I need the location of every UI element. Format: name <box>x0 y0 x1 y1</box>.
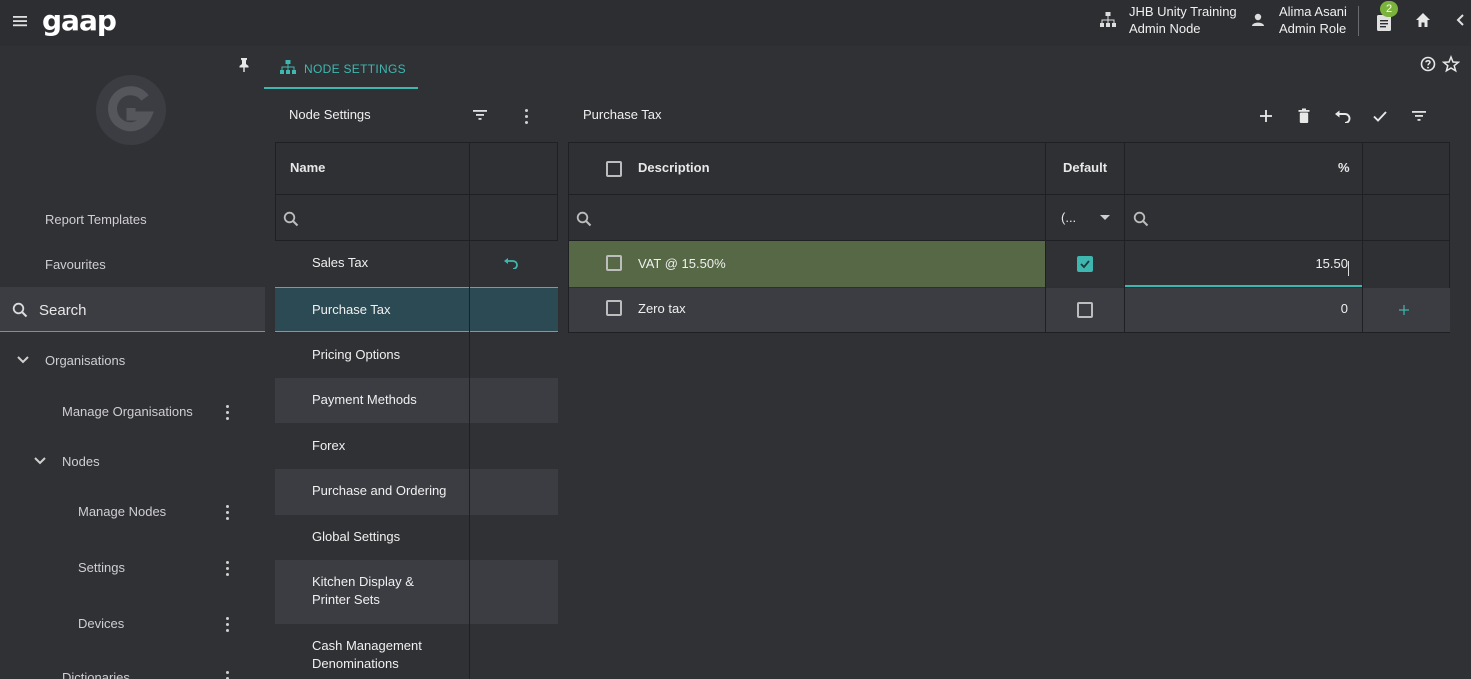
list-item-label: Payment Methods <box>312 392 417 407</box>
top-bar: gaap JHB Unity Training Admin Node Alima… <box>0 0 1471 46</box>
sidebar-item-dictionaries[interactable]: Dictionaries <box>62 670 130 679</box>
current-user[interactable]: Alima Asani Admin Role <box>1279 3 1347 37</box>
more-options-icon[interactable] <box>226 505 230 521</box>
filter-icon[interactable] <box>472 108 488 122</box>
sidebar-item-favourites[interactable]: Favourites <box>45 257 106 272</box>
select-all-checkbox[interactable] <box>606 161 622 177</box>
help-icon[interactable] <box>1420 56 1436 72</box>
list-item-label: Pricing Options <box>312 347 401 362</box>
list-item-label-line2: Printer Sets <box>312 592 380 607</box>
sidebar <box>0 46 265 679</box>
sidebar-item-report-templates[interactable]: Report Templates <box>45 212 147 227</box>
list-item-selected[interactable]: Purchase Tax <box>275 287 558 332</box>
more-options-icon[interactable] <box>226 405 230 421</box>
column-header-name[interactable]: Name <box>290 160 325 175</box>
search-icon <box>12 302 28 318</box>
chevron-down-icon[interactable] <box>33 456 47 466</box>
search-icon <box>283 211 299 227</box>
search-icon <box>1133 211 1149 227</box>
menu-icon[interactable] <box>12 12 30 30</box>
text-cursor <box>1348 261 1353 276</box>
default-checkbox-checked[interactable] <box>1077 256 1093 272</box>
more-options-icon[interactable] <box>226 617 230 633</box>
filter-icon[interactable] <box>1411 109 1427 123</box>
save-check-icon[interactable] <box>1372 109 1388 123</box>
list-item[interactable]: Sales Tax <box>275 241 558 287</box>
user-icon <box>1250 11 1266 29</box>
description-filter-input[interactable] <box>598 196 1038 238</box>
undo-icon[interactable] <box>1334 109 1351 123</box>
home-icon[interactable] <box>1414 11 1432 29</box>
column-header-percent[interactable]: % <box>1338 160 1350 175</box>
default-filter-select[interactable]: (... <box>1061 210 1076 225</box>
tab-label: NODE SETTINGS <box>304 62 406 76</box>
search-icon <box>576 211 592 227</box>
list-item-label: Cash Management <box>312 638 422 653</box>
tax-description[interactable]: Zero tax <box>638 301 686 316</box>
user-name: Alima Asani <box>1279 4 1347 19</box>
list-item[interactable]: Purchase and Ordering <box>275 469 558 515</box>
star-icon[interactable] <box>1442 55 1460 73</box>
list-item-label-line2: Denominations <box>312 656 399 671</box>
column-header-default[interactable]: Default <box>1063 160 1107 175</box>
tax-percent[interactable]: 0 <box>1290 301 1348 316</box>
list-item-label: Sales Tax <box>312 255 369 270</box>
tax-description[interactable]: VAT @ 15.50% <box>638 256 726 271</box>
sidebar-item-manage-nodes[interactable]: Manage Nodes <box>78 504 166 519</box>
notification-badge: 2 <box>1380 1 1398 17</box>
left-panel-title: Node Settings <box>289 107 371 122</box>
tax-percent-input[interactable]: 15.50 <box>1290 256 1348 271</box>
percent-filter-input[interactable] <box>1155 196 1355 238</box>
node-tree-icon <box>1099 11 1117 29</box>
list-item-label: Kitchen Display & <box>312 574 414 589</box>
more-options-icon[interactable] <box>226 561 230 577</box>
user-role: Admin Role <box>1279 21 1347 36</box>
sidebar-item-organisations[interactable]: Organisations <box>45 353 125 368</box>
right-panel-title: Purchase Tax <box>583 107 662 122</box>
more-options-icon[interactable] <box>525 109 529 125</box>
add-icon[interactable] <box>1258 108 1274 124</box>
app-logo[interactable]: gaap <box>42 4 117 37</box>
undo-icon[interactable] <box>503 257 519 269</box>
column-header-description[interactable]: Description <box>638 160 710 175</box>
add-row-icon[interactable] <box>1398 304 1410 316</box>
delete-icon[interactable] <box>1297 108 1311 124</box>
list-item-label: Forex <box>312 438 346 453</box>
sidebar-item-manage-organisations[interactable]: Manage Organisations <box>62 404 193 419</box>
default-checkbox[interactable] <box>1077 302 1093 318</box>
row-checkbox[interactable] <box>606 300 622 316</box>
list-item[interactable]: Forex <box>275 423 558 469</box>
node-role: Admin Node <box>1129 21 1201 36</box>
list-item[interactable]: Global Settings <box>275 515 558 560</box>
list-item-label: Purchase and Ordering <box>312 483 447 498</box>
collapse-chevron-icon[interactable] <box>1454 12 1466 28</box>
list-item[interactable]: Payment Methods <box>275 378 558 423</box>
chevron-down-icon[interactable] <box>16 355 30 365</box>
sidebar-item-devices[interactable]: Devices <box>78 616 124 631</box>
list-item[interactable]: Cash Management Denominations <box>275 624 558 679</box>
list-item-label: Purchase Tax <box>312 302 391 317</box>
node-name: JHB Unity Training <box>1129 4 1237 19</box>
node-logo-watermark <box>93 72 169 148</box>
list-item[interactable]: Pricing Options <box>275 333 558 378</box>
list-item-label: Global Settings <box>312 529 401 544</box>
sidebar-item-settings[interactable]: Settings <box>78 560 125 575</box>
row-checkbox[interactable] <box>606 255 622 271</box>
name-filter-input[interactable] <box>305 196 465 238</box>
list-item[interactable]: Kitchen Display & Printer Sets <box>275 560 558 624</box>
current-node[interactable]: JHB Unity Training Admin Node <box>1129 3 1237 37</box>
topbar-divider <box>1358 6 1359 36</box>
hierarchy-icon <box>279 59 297 75</box>
dropdown-arrow-icon[interactable] <box>1099 214 1111 222</box>
more-options-icon[interactable] <box>226 671 230 679</box>
pin-icon[interactable] <box>236 56 252 74</box>
sidebar-search-label[interactable]: Search <box>39 302 87 319</box>
sidebar-item-nodes[interactable]: Nodes <box>62 454 100 469</box>
